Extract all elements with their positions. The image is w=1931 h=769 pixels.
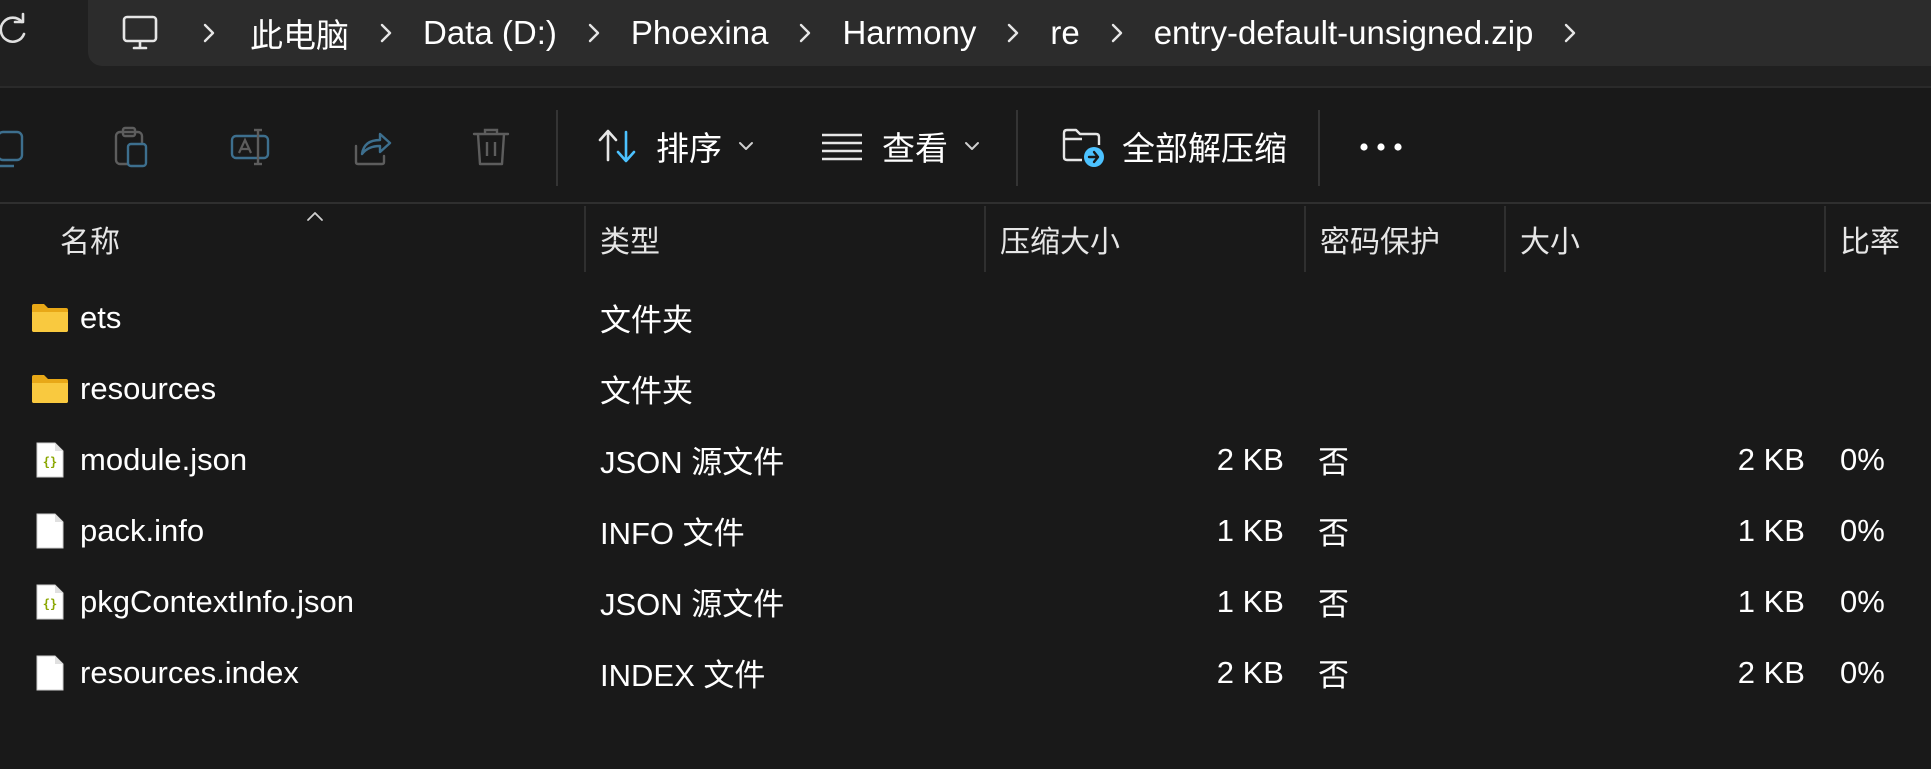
- breadcrumb-item-drive[interactable]: Data (D:): [421, 14, 559, 52]
- paste-icon[interactable]: [108, 124, 154, 170]
- file-type: INFO 文件: [600, 516, 745, 551]
- file-ratio: 0%: [1840, 583, 1885, 619]
- file-icon: [36, 513, 64, 548]
- toolbar-divider: [556, 110, 558, 186]
- file-name: ets: [80, 299, 122, 335]
- toolbar-divider: [1318, 110, 1320, 186]
- file-password: 否: [1318, 658, 1349, 693]
- view-label: 查看: [882, 130, 948, 167]
- folder-icon: [32, 303, 68, 332]
- share-icon[interactable]: [348, 124, 394, 170]
- file-list: ets 文件夹 resources 文件夹 {} module.json JSO…: [0, 282, 1931, 708]
- json-file-icon: {}: [36, 442, 64, 477]
- chevron-right-icon[interactable]: [170, 13, 248, 53]
- folder-icon: [32, 374, 68, 403]
- chevron-right-icon[interactable]: [559, 13, 629, 53]
- file-compressed-size: 2 KB: [1216, 654, 1284, 690]
- file-size: 1 KB: [1737, 512, 1805, 548]
- extract-folder-icon: [1062, 128, 1104, 167]
- toolbar-divider: [1016, 110, 1018, 186]
- file-size: 2 KB: [1737, 441, 1805, 477]
- address-bar-area: 此电脑 Data (D:) Phoexina Harmony re entry-…: [0, 0, 1931, 86]
- computer-icon: [122, 15, 158, 50]
- chevron-right-icon[interactable]: [1535, 13, 1605, 53]
- refresh-icon[interactable]: [0, 10, 32, 50]
- file-ratio: 0%: [1840, 654, 1885, 690]
- file-row-pack-info[interactable]: pack.info INFO 文件 1 KB 否 1 KB 0%: [0, 495, 1931, 566]
- svg-text:{}: {}: [43, 455, 57, 469]
- copy-icon[interactable]: [0, 124, 32, 170]
- chevron-down-icon: [965, 142, 979, 150]
- file-name: module.json: [80, 441, 248, 477]
- file-row-resources-index[interactable]: resources.index INDEX 文件 2 KB 否 2 KB 0%: [0, 637, 1931, 708]
- breadcrumb-item-phoexina[interactable]: Phoexina: [629, 14, 771, 52]
- sort-button[interactable]: 排序: [596, 116, 756, 176]
- file-icon: [36, 655, 64, 690]
- column-header-row: 名称 类型 压缩大小 密码保护 大小 比率: [0, 206, 1931, 272]
- breadcrumb-root[interactable]: [120, 13, 170, 53]
- file-name: resources.index: [80, 654, 299, 690]
- file-row-resources[interactable]: resources 文件夹: [0, 353, 1931, 424]
- breadcrumb-item-harmony[interactable]: Harmony: [840, 14, 978, 52]
- column-header-type[interactable]: 类型: [586, 206, 984, 272]
- file-compressed-size: 1 KB: [1216, 583, 1284, 619]
- chevron-down-icon: [739, 142, 753, 150]
- breadcrumb-item-zip[interactable]: entry-default-unsigned.zip: [1152, 14, 1536, 52]
- rename-icon[interactable]: [228, 124, 274, 170]
- file-ratio: 0%: [1840, 441, 1885, 477]
- extract-all-button[interactable]: 全部解压缩: [1060, 116, 1287, 176]
- chevron-right-icon[interactable]: [770, 13, 840, 53]
- file-type: JSON 源文件: [600, 587, 785, 622]
- sort-icon: [598, 129, 636, 163]
- column-header-name[interactable]: 名称: [46, 206, 586, 272]
- file-compressed-size: 1 KB: [1216, 512, 1284, 548]
- more-options-icon[interactable]: [1356, 132, 1406, 162]
- file-type: JSON 源文件: [600, 445, 785, 480]
- file-type: 文件夹: [600, 303, 693, 338]
- file-name: resources: [80, 370, 217, 406]
- file-password: 否: [1318, 587, 1349, 622]
- file-row-pkgcontextinfo-json[interactable]: {} pkgContextInfo.json JSON 源文件 1 KB 否 1…: [0, 566, 1931, 637]
- file-size: 1 KB: [1737, 583, 1805, 619]
- file-type: INDEX 文件: [600, 658, 766, 693]
- column-header-compressed-size[interactable]: 压缩大小: [986, 206, 1304, 272]
- file-row-ets[interactable]: ets 文件夹: [0, 282, 1931, 353]
- command-bar: 排序 查看 全部解压缩: [0, 86, 1931, 204]
- file-password: 否: [1318, 516, 1349, 551]
- chevron-right-icon[interactable]: [978, 13, 1048, 53]
- file-row-module-json[interactable]: {} module.json JSON 源文件 2 KB 否 2 KB 0%: [0, 424, 1931, 495]
- file-type: 文件夹: [600, 374, 693, 409]
- breadcrumb[interactable]: 此电脑 Data (D:) Phoexina Harmony re entry-…: [88, 0, 1931, 66]
- sort-label: 排序: [656, 130, 722, 167]
- file-compressed-size: 2 KB: [1216, 441, 1284, 477]
- breadcrumb-item-this-pc[interactable]: 此电脑: [248, 9, 351, 57]
- column-header-password[interactable]: 密码保护: [1306, 206, 1504, 272]
- breadcrumb-item-re[interactable]: re: [1048, 14, 1081, 52]
- svg-text:{}: {}: [43, 597, 57, 611]
- file-size: 2 KB: [1737, 654, 1805, 690]
- extract-all-label: 全部解压缩: [1122, 130, 1287, 167]
- view-list-icon: [822, 133, 862, 161]
- chevron-right-icon[interactable]: [1082, 13, 1152, 53]
- file-ratio: 0%: [1840, 512, 1885, 548]
- json-file-icon: {}: [36, 584, 64, 619]
- view-button[interactable]: 查看: [820, 116, 982, 176]
- chevron-right-icon[interactable]: [351, 13, 421, 53]
- column-header-size[interactable]: 大小: [1506, 206, 1824, 272]
- file-password: 否: [1318, 445, 1349, 480]
- delete-icon[interactable]: [468, 124, 514, 170]
- file-name: pack.info: [80, 512, 205, 548]
- file-name: pkgContextInfo.json: [80, 583, 355, 619]
- column-header-ratio[interactable]: 比率: [1826, 206, 1931, 272]
